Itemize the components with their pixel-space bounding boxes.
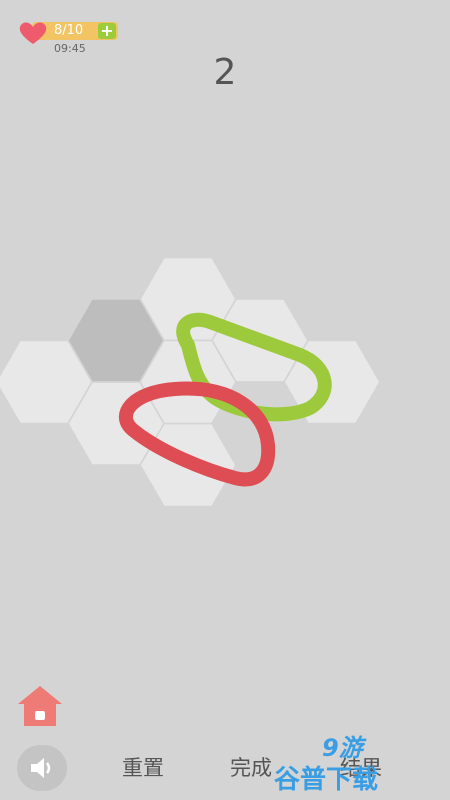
watermark-logo: 9游 谷普下载 [274, 734, 378, 795]
finish-button[interactable]: 完成 [230, 752, 272, 782]
reset-button[interactable]: 重置 [122, 752, 164, 782]
home-button[interactable] [16, 684, 64, 728]
house-icon [18, 686, 62, 726]
svg-text:9游: 9游 [322, 734, 367, 762]
svg-text:谷普下载: 谷普下载 [274, 764, 378, 795]
speaker-icon [31, 758, 51, 778]
sound-toggle-button[interactable] [17, 745, 67, 791]
puzzle-board [0, 258, 379, 506]
